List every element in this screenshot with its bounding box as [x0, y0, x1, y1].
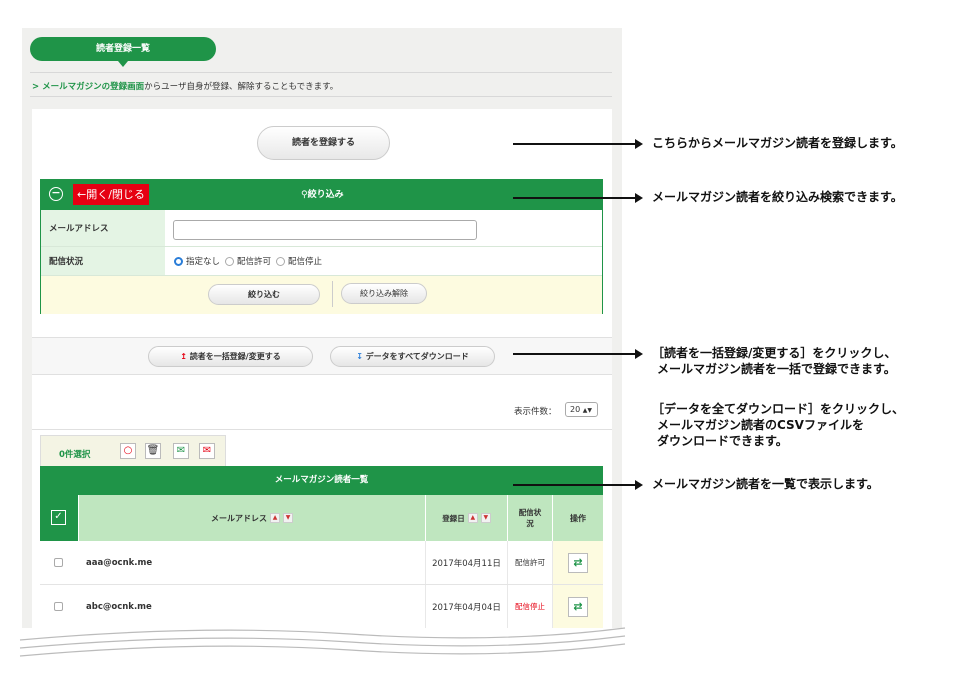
register-card: 読者を登録する − ←開く/閉じる ⚲絞り込み メールアドレス 配信状況 指定な… — [32, 109, 612, 349]
sort-asc-icon[interactable]: ▲ — [270, 513, 280, 523]
status-radio-stopped[interactable]: 配信停止 — [276, 255, 322, 267]
divider — [30, 96, 612, 97]
divider — [30, 72, 612, 73]
torn-edge-decoration — [19, 627, 626, 657]
row-checkbox[interactable] — [54, 558, 63, 567]
filter-status-row: 配信状況 指定なし 配信許可 配信停止 — [41, 247, 602, 276]
upload-icon: ↥ — [180, 352, 187, 361]
mail-stop-icon[interactable]: ✉ — [199, 443, 215, 459]
search-icon: ⚲ — [301, 190, 308, 200]
bulk-actions-bar: ↥ 読者を一括登録/変更する ↧ データをすべてダウンロード — [32, 337, 612, 375]
display-count-select[interactable]: 20 ▲▼ — [565, 402, 598, 417]
display-count-label: 表示件数： — [514, 407, 557, 417]
select-arrows-icon: ▲▼ — [582, 407, 592, 414]
admin-panel: 読者登録一覧 > メールマガジンの登録画面からユーザ自身が登録、解除することもでき… — [22, 28, 622, 628]
filter-panel: − ←開く/閉じる ⚲絞り込み メールアドレス 配信状況 指定なし 配信許可 配… — [40, 179, 603, 314]
radio-selected-icon — [174, 257, 183, 266]
download-all-button[interactable]: ↧ データをすべてダウンロード — [330, 346, 495, 367]
description-text: からユーザ自身が登録、解除することもできます。 — [144, 82, 339, 92]
arrow-list — [513, 480, 643, 490]
sort-desc-icon[interactable]: ▼ — [480, 513, 491, 523]
edit-status-icon[interactable]: ⇄ — [568, 553, 588, 573]
filter-email-row: メールアドレス — [41, 210, 602, 247]
arrow-register — [513, 139, 643, 149]
row-checkbox-cell — [40, 541, 78, 584]
filter-title-text: 絞り込み — [307, 190, 344, 200]
annotation-list: メールマガジン読者を一覧で表示します。 — [652, 477, 879, 491]
status-label: 配信状況 — [41, 247, 165, 275]
filter-toggle-button[interactable]: ←開く/閉じる — [73, 184, 149, 205]
radio-icon — [276, 257, 286, 266]
annotation-download-2: メールマガジン読者のCSVファイルを — [657, 418, 864, 432]
email-label: メールアドレス — [41, 210, 165, 246]
filter-actions: 絞り込む 絞り込み解除 — [41, 276, 602, 314]
download-icon: ↧ — [356, 352, 363, 361]
column-date: 登録日 ▲ ▼ — [425, 495, 507, 541]
mail-allow-icon[interactable]: ✉ — [173, 443, 189, 459]
select-all-checkbox[interactable]: ✓ — [51, 510, 66, 525]
status-radio-allowed[interactable]: 配信許可 — [225, 255, 271, 267]
edit-status-icon[interactable]: ⇄ — [568, 597, 588, 617]
status-radio-any[interactable]: 指定なし — [174, 255, 220, 267]
filter-header: − ←開く/閉じる ⚲絞り込み — [41, 180, 602, 210]
divider — [32, 429, 612, 430]
table-header: ✓ メールアドレス ▲ ▼ 登録日 ▲ ▼ 配信状況 操作 — [40, 495, 603, 541]
annotation-bulk-2: メールマガジン読者を一括で登録できます。 — [657, 362, 896, 376]
chevron-right-icon: > — [32, 82, 40, 92]
row-email: aaa@ocnk.me — [86, 557, 153, 568]
sort-asc-icon[interactable]: ▲ — [467, 513, 478, 523]
filter-title: ⚲絞り込み — [301, 180, 344, 210]
trash-icon[interactable]: 🗑 — [145, 443, 161, 459]
annotation-filter: メールマガジン読者を絞り込み検索できます。 — [652, 190, 903, 204]
email-input[interactable] — [173, 220, 477, 240]
annotation-download-1: ［データを全てダウンロード］をクリックし、 — [652, 402, 905, 416]
collapse-icon[interactable]: − — [49, 187, 63, 201]
annotation-register: こちらからメールマガジン読者を登録します。 — [652, 136, 903, 150]
page-title-tab: 読者登録一覧 — [30, 37, 216, 61]
list-title: メールマガジン読者一覧 — [40, 466, 603, 495]
select-all-cell: ✓ — [40, 495, 78, 541]
row-status: 配信許可 — [507, 541, 552, 584]
clear-filter-button[interactable]: 絞り込み解除 — [341, 283, 427, 304]
registration-page-link[interactable]: メールマガジンの登録画面 — [42, 82, 144, 92]
delete-selected-icon[interactable]: ○ — [120, 443, 136, 459]
register-reader-button[interactable]: 読者を登録する — [257, 126, 390, 160]
table-row: aaa@ocnk.me 2017年04月11日 配信許可 ⇄ — [40, 541, 603, 585]
bulk-register-button[interactable]: ↥ 読者を一括登録/変更する — [148, 346, 313, 367]
apply-filter-button[interactable]: 絞り込む — [208, 284, 320, 305]
sort-desc-icon[interactable]: ▼ — [283, 513, 293, 523]
tab-notch — [118, 61, 128, 67]
selection-toolbar: 0件選択 ○ 🗑 ✉ ✉ — [40, 435, 226, 466]
page-description: > メールマガジンの登録画面からユーザ自身が登録、解除することもできます。 — [32, 80, 338, 92]
status-radio-group: 指定なし 配信許可 配信停止 — [174, 255, 322, 267]
arrow-filter — [513, 193, 643, 203]
row-date: 2017年04月11日 — [425, 541, 507, 584]
row-checkbox[interactable] — [54, 602, 63, 611]
divider — [332, 281, 333, 307]
row-action-cell: ⇄ — [552, 541, 603, 584]
column-status: 配信状況 — [507, 495, 552, 541]
annotation-bulk-1: ［読者を一括登録/変更する］をクリックし、 — [652, 346, 897, 360]
annotation-download-3: ダウンロードできます。 — [657, 434, 788, 448]
radio-icon — [225, 257, 235, 266]
column-action: 操作 — [552, 495, 603, 541]
selected-count: 0件選択 — [59, 450, 91, 460]
list-card: 表示件数： 20 ▲▼ 0件選択 ○ 🗑 ✉ ✉ メールマガジン読者一覧 ✓ メ… — [32, 375, 612, 628]
arrow-bulk — [513, 349, 643, 359]
column-email: メールアドレス ▲ ▼ — [78, 495, 425, 541]
